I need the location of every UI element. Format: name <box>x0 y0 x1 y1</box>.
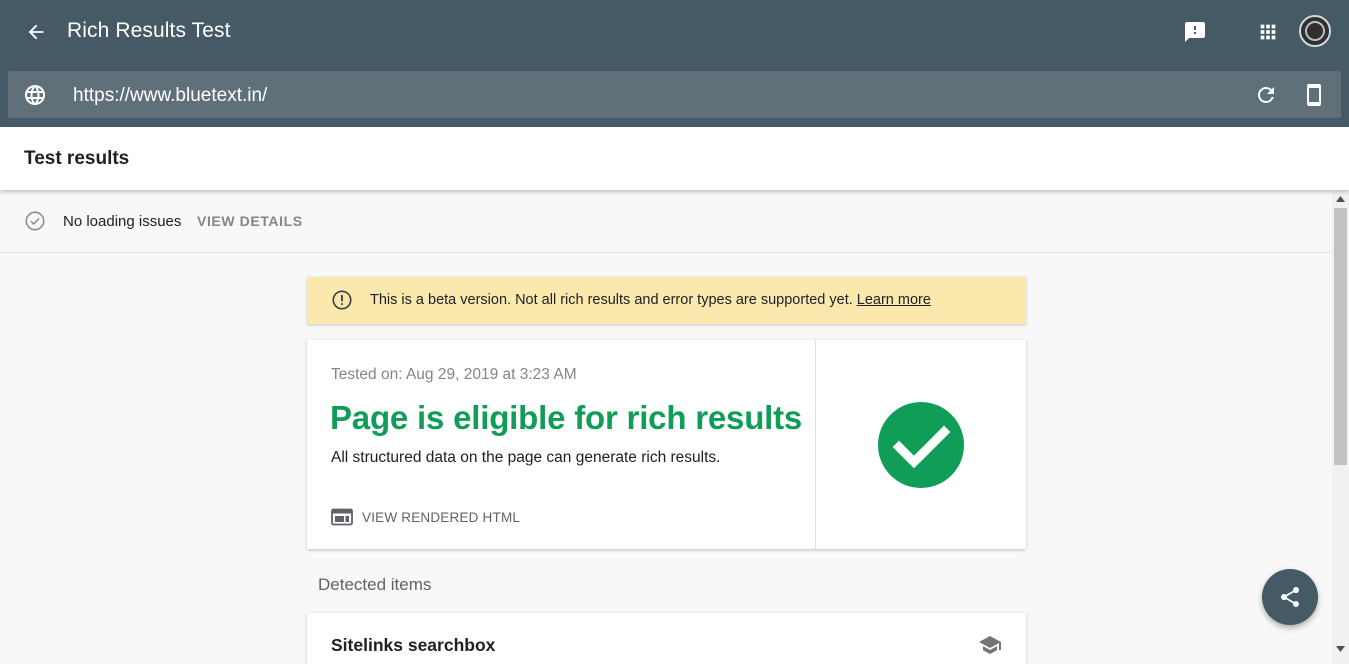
chevron-up-icon <box>1336 196 1345 202</box>
globe-icon <box>25 85 45 105</box>
url-bar: https://www.bluetext.in/ <box>8 71 1341 118</box>
device-toggle-button[interactable] <box>1300 81 1328 109</box>
detected-items-heading: Detected items <box>318 575 432 594</box>
share-button[interactable] <box>1262 569 1318 625</box>
refresh-icon <box>1258 87 1274 103</box>
back-button[interactable] <box>22 18 50 46</box>
loading-status-text: No loading issues <box>63 213 182 230</box>
beta-banner: This is a beta version. Not all rich res… <box>307 277 1026 324</box>
scrollbar[interactable] <box>1332 190 1349 664</box>
app-title: Rich Results Test <box>67 19 231 42</box>
share-icon <box>1281 587 1299 607</box>
results-title: Test results <box>24 148 130 169</box>
avatar-image <box>1305 21 1325 41</box>
feedback-button[interactable] <box>1180 17 1210 47</box>
success-check-icon <box>878 402 964 488</box>
info-icon <box>332 290 352 310</box>
scroll-up-arrow[interactable] <box>1332 192 1349 206</box>
url-input[interactable]: https://www.bluetext.in/ <box>73 85 267 107</box>
school-icon[interactable] <box>978 633 1002 657</box>
detected-item-card[interactable]: Sitelinks searchbox <box>307 613 1026 664</box>
view-rendered-html-button[interactable]: VIEW RENDERED HTML <box>331 507 520 527</box>
tested-on-date: Tested on: Aug 29, 2019 at 3:23 AM <box>331 366 577 383</box>
scrollbar-thumb[interactable] <box>1334 208 1347 465</box>
view-details-link[interactable]: VIEW DETAILS <box>197 213 303 229</box>
smartphone-icon <box>1307 84 1321 106</box>
check-circle-icon <box>25 211 45 231</box>
eligibility-headline: Page is eligible for rich results <box>330 399 803 436</box>
results-header: Test results <box>0 127 1349 190</box>
refresh-button[interactable] <box>1252 81 1280 109</box>
beta-message-text: This is a beta version. Not all rich res… <box>370 292 853 308</box>
detected-item-title: Sitelinks searchbox <box>331 635 496 655</box>
learn-more-link[interactable]: Learn more <box>857 292 931 308</box>
apps-grid-icon <box>1260 24 1276 40</box>
chevron-down-icon <box>1336 646 1345 652</box>
account-avatar[interactable] <box>1299 15 1331 47</box>
feedback-icon <box>1185 22 1205 42</box>
web-page-icon <box>331 508 353 526</box>
scroll-down-arrow[interactable] <box>1332 642 1349 656</box>
app-header: Rich Results Test https://www.bluetext.i… <box>0 0 1349 127</box>
result-summary-details: Tested on: Aug 29, 2019 at 3:23 AM Page … <box>307 340 816 549</box>
beta-message: This is a beta version. Not all rich res… <box>370 292 931 308</box>
eligibility-description: All structured data on the page can gene… <box>331 449 721 466</box>
result-summary-card: Tested on: Aug 29, 2019 at 3:23 AM Page … <box>307 340 1026 549</box>
arrow-back-icon <box>28 24 44 40</box>
loading-status-row: No loading issues VIEW DETAILS <box>0 190 1332 253</box>
view-rendered-html-label: VIEW RENDERED HTML <box>362 509 521 525</box>
apps-button[interactable] <box>1253 17 1283 47</box>
